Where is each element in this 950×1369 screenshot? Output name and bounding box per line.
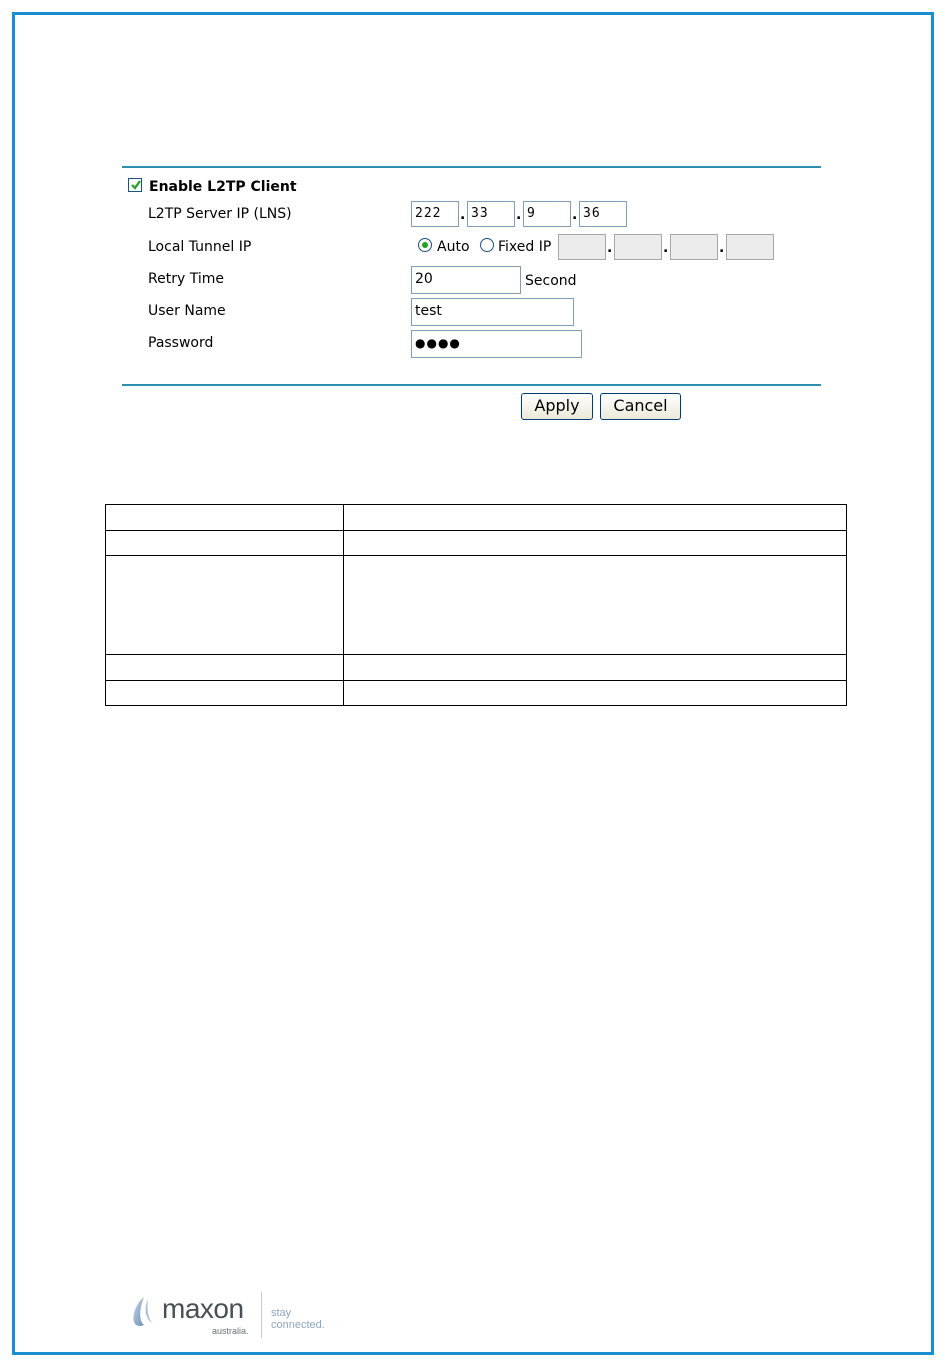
username-input[interactable]: test	[411, 298, 574, 326]
form-top-separator	[122, 166, 821, 168]
table-row	[105, 654, 847, 681]
server-ip-octet-2[interactable]: 33	[467, 201, 515, 227]
brand-name: maxon	[162, 1293, 244, 1324]
table-cell	[343, 680, 847, 706]
ip-dot: .	[460, 207, 466, 223]
table-cell	[343, 555, 847, 655]
ip-dot: .	[719, 240, 725, 256]
fixed-ip-radio[interactable]	[480, 238, 494, 252]
local-tunnel-label: Local Tunnel IP	[148, 239, 252, 255]
table-row	[105, 504, 847, 531]
table-row	[105, 530, 847, 556]
fixed-ip-octet-2[interactable]	[614, 234, 662, 260]
password-input[interactable]: ●●●●	[411, 330, 582, 358]
checkmark-icon	[131, 180, 141, 190]
ip-dot: .	[516, 207, 522, 223]
table-cell	[343, 530, 847, 556]
server-ip-octet-3[interactable]: 9	[523, 201, 571, 227]
table-cell	[343, 654, 847, 681]
ip-dot: .	[572, 207, 578, 223]
table-cell	[105, 530, 344, 556]
cancel-button[interactable]: Cancel	[600, 393, 681, 420]
brand-sub: australia.	[212, 1326, 249, 1336]
fixed-ip-octet-1[interactable]	[558, 234, 606, 260]
auto-radio[interactable]	[418, 238, 432, 252]
fixed-ip-octet-4[interactable]	[726, 234, 774, 260]
maxon-swoosh-icon	[133, 1297, 152, 1326]
auto-radio-label: Auto	[437, 239, 470, 255]
enable-l2tp-checkbox[interactable]	[128, 178, 142, 192]
retry-time-unit: Second	[525, 273, 577, 289]
password-label: Password	[148, 335, 214, 351]
description-table	[105, 504, 847, 706]
username-label: User Name	[148, 303, 226, 319]
tagline: stay connected.	[271, 1307, 325, 1331]
server-ip-label: L2TP Server IP (LNS)	[148, 206, 292, 222]
server-ip-octet-1[interactable]: 222	[411, 201, 459, 227]
table-cell	[105, 555, 344, 655]
retry-time-input[interactable]: 20	[411, 266, 521, 294]
table-cell	[105, 504, 344, 531]
table-row	[105, 555, 847, 655]
ip-dot: .	[607, 240, 613, 256]
fixed-ip-radio-label: Fixed IP	[498, 239, 552, 255]
ip-dot: .	[663, 240, 669, 256]
table-cell	[343, 504, 847, 531]
apply-button[interactable]: Apply	[521, 393, 593, 420]
fixed-ip-octet-3[interactable]	[670, 234, 718, 260]
logo-divider	[261, 1292, 262, 1338]
server-ip-octet-4[interactable]: 36	[579, 201, 627, 227]
table-cell	[105, 680, 344, 706]
retry-time-label: Retry Time	[148, 271, 224, 287]
form-bottom-separator	[122, 384, 821, 386]
enable-l2tp-label: Enable L2TP Client	[149, 179, 297, 195]
table-cell	[105, 654, 344, 681]
table-row	[105, 680, 847, 706]
radio-selected-dot	[422, 242, 428, 248]
